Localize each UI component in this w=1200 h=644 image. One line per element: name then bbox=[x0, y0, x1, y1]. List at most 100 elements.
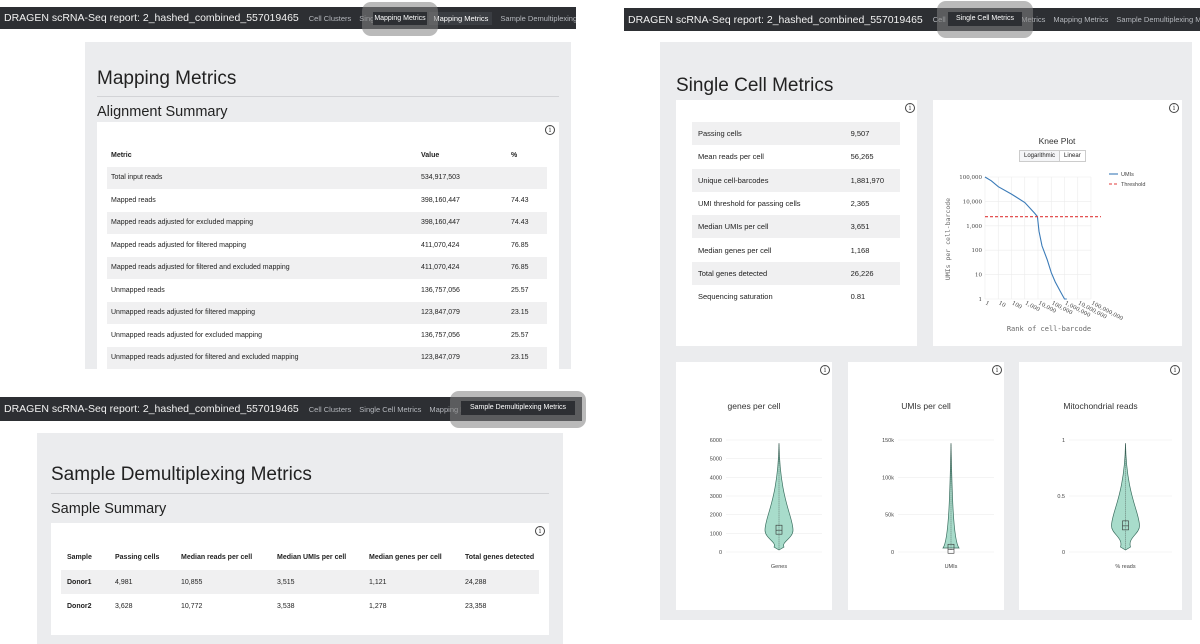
table-row: Unmapped reads 136,757,056 25.57 bbox=[107, 279, 547, 302]
table-cell: 76.85 bbox=[511, 241, 529, 249]
umis-violin-plot[interactable]: 0 50k 100k 150k UMIs bbox=[848, 362, 1004, 610]
table-cell: 1,121 bbox=[369, 578, 387, 586]
table-cell bbox=[507, 167, 547, 190]
table-row: Passing cells 9,507 bbox=[692, 122, 900, 146]
tab-mapping-metrics[interactable]: Mapping Metrics bbox=[429, 11, 493, 25]
table-cell: UMI threshold for passing cells bbox=[698, 199, 801, 209]
tab-mapping-metrics[interactable]: Mapping Metrics bbox=[1053, 15, 1108, 24]
sample-demux-panel: Sample Demultiplexing Metrics Sample Sum… bbox=[37, 433, 563, 644]
report-title: DRAGEN scRNA-Seq report: 2_hashed_combin… bbox=[4, 403, 299, 415]
table-cell: 9,507 bbox=[850, 129, 870, 139]
tab-mapping-metrics-focus[interactable]: Mapping Metrics bbox=[373, 12, 427, 25]
legend-umis-label: UMIs bbox=[1121, 172, 1134, 178]
table-row: Donor1 4,981 10,855 3,515 1,121 24,288 bbox=[61, 570, 539, 594]
table-cell: 26,226 bbox=[850, 268, 874, 278]
table-cell: 534,917,503 bbox=[421, 174, 460, 182]
y-tick-label: 10 bbox=[975, 273, 982, 279]
alignment-summary-title: Alignment Summary bbox=[97, 104, 228, 120]
y-tick-label: 2000 bbox=[710, 513, 722, 519]
legend-threshold-label: Threshold bbox=[1121, 182, 1145, 188]
table-cell: Unmapped reads adjusted for excluded map… bbox=[111, 331, 262, 339]
knee-plot[interactable]: Knee Plot100,00010,0001,0001001011 10 100 1… bbox=[933, 100, 1182, 346]
tab-single-cell-metrics[interactable]: Single Cell Metrics bbox=[359, 405, 421, 414]
tab-sample-demux[interactable]: Sample Demultiplexing Metrics bbox=[1116, 15, 1200, 24]
x-axis-label: % reads bbox=[1115, 564, 1135, 570]
table-cell: Mapped reads adjusted for excluded mappi… bbox=[111, 219, 254, 227]
col-total-genes: Total genes detected bbox=[465, 553, 535, 561]
table-cell: 136,757,056 bbox=[421, 286, 460, 294]
alignment-summary-card: i Metric Value % Total input reads 534,91… bbox=[97, 122, 559, 369]
single-cell-metrics-card: i Passing cells 9,507 Mean reads per cell 5… bbox=[676, 100, 917, 346]
y-tick-label: 3000 bbox=[710, 494, 722, 500]
logarithmic-button[interactable]: Logarithmic bbox=[1019, 150, 1061, 162]
info-icon[interactable]: i bbox=[535, 526, 545, 536]
table-row: Mapped reads adjusted for excluded mappi… bbox=[107, 211, 547, 234]
umis-series-line bbox=[984, 176, 1067, 300]
nav-bar-single-cell: DRAGEN scRNA-Seq report: 2_hashed_combin… bbox=[624, 8, 1200, 31]
y-tick-label: 150k bbox=[882, 438, 894, 444]
info-icon[interactable]: i bbox=[905, 103, 915, 113]
table-cell: 25.57 bbox=[511, 286, 529, 294]
table-row: Total genes detected 26,226 bbox=[692, 261, 900, 286]
table-row: Unmapped reads adjusted for filtered and… bbox=[107, 346, 547, 369]
knee-scale-buttons: Logarithmic Linear bbox=[1019, 150, 1086, 162]
alignment-table: Metric Value % Total input reads 534,917,… bbox=[107, 144, 547, 369]
y-tick-label: 50k bbox=[885, 513, 894, 519]
tab-single-cell-focus[interactable]: Single Cell Metrics bbox=[948, 12, 1022, 26]
single-cell-title: Single Cell Metrics bbox=[676, 75, 834, 96]
linear-button[interactable]: Linear bbox=[1060, 150, 1086, 162]
y-tick-label: 100 bbox=[972, 248, 983, 254]
table-row: Total input reads 534,917,503 bbox=[107, 166, 547, 190]
mito-violin-plot[interactable]: 0 0.5 1 % reads bbox=[1019, 362, 1182, 610]
table-cell: Total input reads bbox=[111, 174, 163, 182]
mito-reads-card: i Mitochondrial reads 0 0.5 1% reads bbox=[1019, 362, 1182, 610]
y-tick-label: 100k bbox=[882, 475, 894, 481]
report-title: DRAGEN scRNA-Seq report: 2_hashed_combin… bbox=[4, 12, 299, 24]
umis-per-cell-card: i UMIs per cell 0 50k 100k 150k UMIs bbox=[848, 362, 1004, 610]
y-tick-label: 1,000 bbox=[966, 224, 982, 230]
y-tick-label: 5000 bbox=[710, 457, 722, 463]
table-cell: 23.15 bbox=[511, 354, 529, 362]
genes-violin-plot[interactable]: 0 1000 2000 3000 4000 5000 6000 Genes bbox=[676, 362, 832, 610]
single-cell-panel: Single Cell Metrics i Passing cells 9,507… bbox=[660, 42, 1192, 620]
table-cell: 3,538 bbox=[277, 602, 295, 610]
table-cell: 23,358 bbox=[465, 602, 487, 610]
table-cell: Unmapped reads adjusted for filtered map… bbox=[111, 309, 255, 317]
table-cell: 23.15 bbox=[511, 309, 529, 317]
knee-title: Knee Plot bbox=[1039, 136, 1076, 146]
table-cell: 411,070,424 bbox=[421, 264, 460, 272]
table-cell: 123,847,079 bbox=[421, 354, 460, 362]
table-cell: Median UMIs per cell bbox=[698, 222, 769, 232]
tab-sample-demux-focus[interactable]: Sample Demultiplexing Metrics bbox=[461, 401, 575, 415]
table-cell: 1,278 bbox=[369, 602, 387, 610]
y-tick-label: 1 bbox=[979, 297, 983, 303]
mapping-metrics-panel: Mapping Metrics Alignment Summary i Metr… bbox=[85, 42, 571, 369]
x-tick-label: 10 bbox=[997, 300, 1006, 309]
table-cell: Total genes detected bbox=[698, 268, 768, 278]
table-row: Unmapped reads adjusted for filtered map… bbox=[107, 301, 547, 324]
info-icon[interactable]: i bbox=[545, 125, 555, 135]
table-cell: 3,515 bbox=[277, 578, 295, 586]
y-tick-label: 0.5 bbox=[1057, 494, 1065, 500]
table-cell: Unmapped reads adjusted for filtered and… bbox=[111, 354, 299, 362]
sample-summary-table: Sample Passing cells Median reads per ce… bbox=[61, 544, 539, 618]
table-row: Unique cell-barcodes 1,881,970 bbox=[692, 168, 900, 192]
table-cell: 4,981 bbox=[115, 578, 133, 586]
table-row: Mean reads per cell 56,265 bbox=[692, 145, 900, 168]
table-row: Unmapped reads adjusted for excluded map… bbox=[107, 324, 547, 347]
table-cell: 76.85 bbox=[511, 264, 529, 272]
table-cell: 0.81 bbox=[850, 292, 866, 302]
col-passing-cells: Passing cells bbox=[115, 553, 160, 561]
col-median-umis: Median UMIs per cell bbox=[277, 553, 347, 561]
y-tick-label: 0 bbox=[891, 550, 894, 556]
table-cell: Mapped reads adjusted for filtered and e… bbox=[111, 264, 290, 272]
tab-cell-clusters[interactable]: Cell Clusters bbox=[309, 405, 352, 414]
y-tick-label: 0 bbox=[1062, 550, 1065, 556]
divider bbox=[97, 96, 559, 97]
table-row: Donor2 3,628 10,772 3,538 1,278 23,358 bbox=[61, 594, 539, 618]
tab-cell-clusters[interactable]: Cell Clusters bbox=[309, 14, 352, 23]
tab-sample-demux[interactable]: Sample Demultiplexing Metrics bbox=[500, 14, 576, 23]
table-cell: 10,855 bbox=[181, 578, 203, 586]
table-cell: 10,772 bbox=[181, 602, 203, 610]
table-row: Mapped reads adjusted for filtered mappi… bbox=[107, 234, 547, 257]
